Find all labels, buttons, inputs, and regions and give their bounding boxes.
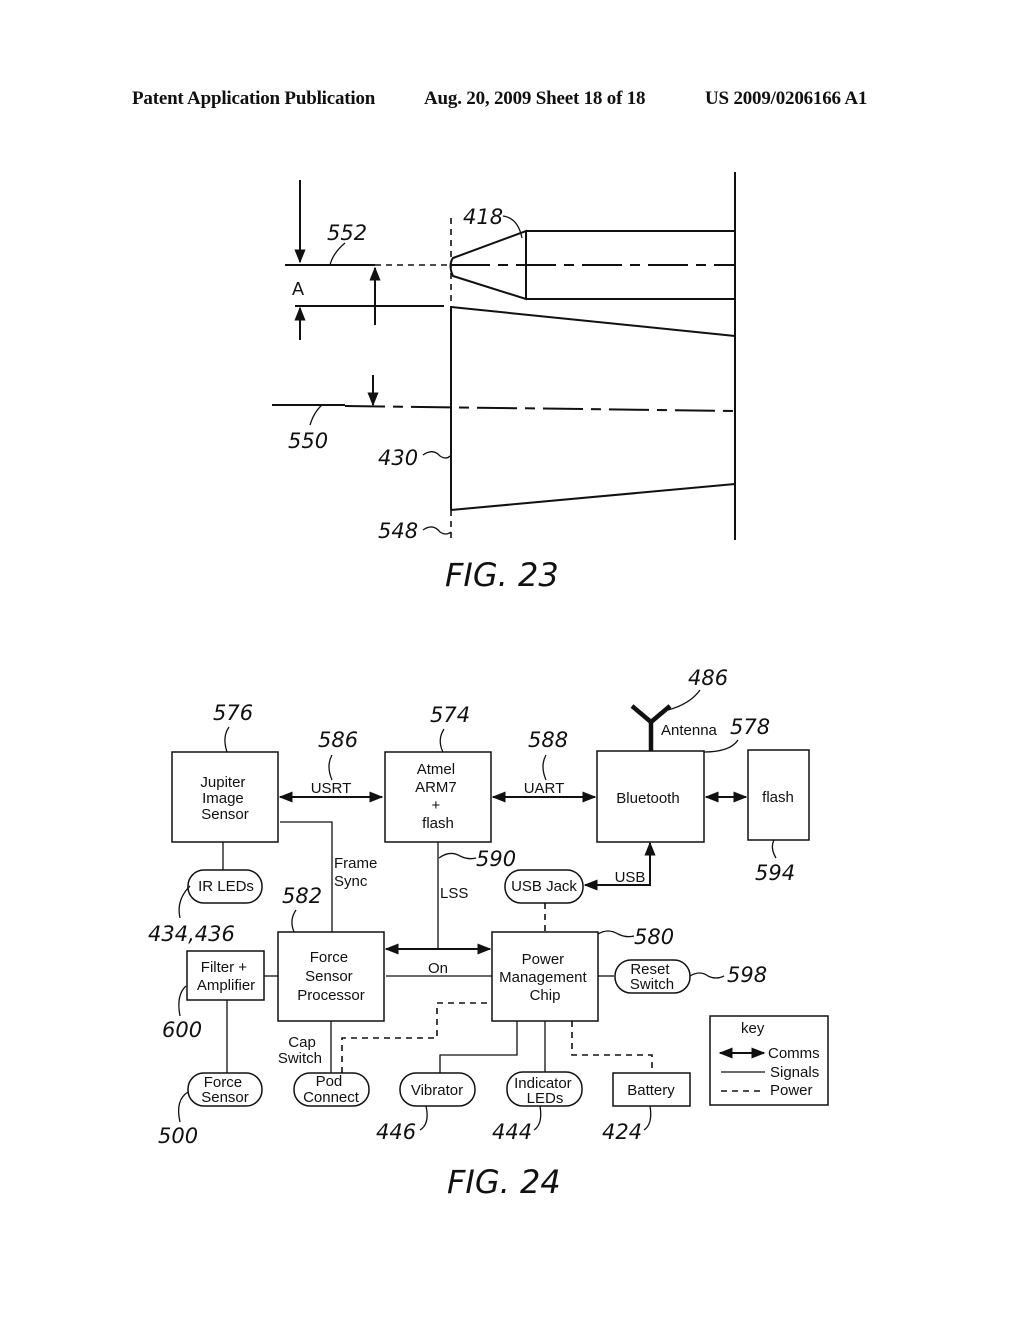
figure-24: Jupiter Image Sensor Atmel ARM7 + flash …: [148, 666, 829, 1201]
ref-486: 486: [688, 666, 728, 690]
svg-text:USB Jack: USB Jack: [511, 878, 577, 895]
svg-text:Reset Switch: Reset Switch: [630, 961, 674, 993]
figure-24-caption: FIG. 24: [447, 1163, 561, 1201]
ref-418: 418: [463, 205, 503, 229]
ref-580: 580: [634, 925, 674, 949]
label-uart: UART: [524, 780, 565, 797]
svg-text:Filter + Amplifier: Filter + Amplifier: [197, 959, 255, 994]
svg-text:Jupiter Image Sens: Jupiter Image Sensor: [200, 774, 249, 823]
label-usb: USB: [615, 869, 646, 886]
legend-signals: Signals: [770, 1064, 819, 1081]
power-battery: [571, 1021, 653, 1074]
label-frame-sync: Frame Sync: [334, 855, 382, 890]
ref-430: 430: [378, 446, 418, 470]
ref-576: 576: [213, 701, 253, 725]
ref-574: 574: [430, 703, 470, 727]
ref-600: 600: [162, 1018, 202, 1042]
legend-comms: Comms: [768, 1045, 820, 1062]
ref-552: 552: [327, 221, 367, 245]
svg-text:Battery: Battery: [627, 1082, 675, 1099]
ref-548: 548: [378, 519, 418, 543]
ref-578: 578: [730, 715, 770, 739]
label-antenna: Antenna: [661, 722, 718, 739]
svg-text:Vibrator: Vibrator: [411, 1082, 463, 1099]
ref-588: 588: [528, 728, 568, 752]
ref-434-436: 434,436: [148, 922, 235, 946]
ref-424: 424: [602, 1120, 642, 1144]
figure-23-caption: FIG. 23: [445, 556, 559, 594]
label-lss: LSS: [440, 885, 468, 902]
ref-500: 500: [158, 1124, 198, 1148]
ref-590: 590: [476, 847, 516, 871]
legend-power: Power: [770, 1082, 813, 1099]
svg-text:Bluetooth: Bluetooth: [616, 790, 679, 807]
ref-550: 550: [288, 429, 328, 453]
label-usrt: USRT: [311, 780, 352, 797]
ref-586: 586: [318, 728, 358, 752]
ref-446: 446: [376, 1120, 416, 1144]
svg-text:IR LEDs: IR LEDs: [198, 878, 254, 895]
figure-23: A 552 418 550 430 548 FIG. 23: [272, 172, 736, 594]
ref-582: 582: [282, 884, 322, 908]
ref-594: 594: [755, 861, 795, 885]
legend-title: key: [741, 1020, 765, 1037]
svg-text:Force Sensor: Force Sensor: [201, 1074, 249, 1106]
patent-drawing-sheet: A 552 418 550 430 548 FIG. 23 Jupiter Im…: [148, 172, 829, 1201]
link-frame-sync: [280, 821, 333, 932]
ref-444: 444: [492, 1120, 532, 1144]
dimension-a-label: A: [292, 279, 304, 299]
label-cap-switch: Cap Switch: [278, 1034, 322, 1067]
ref-598: 598: [727, 963, 767, 987]
svg-text:flash: flash: [762, 789, 794, 806]
label-on: On: [428, 960, 448, 977]
